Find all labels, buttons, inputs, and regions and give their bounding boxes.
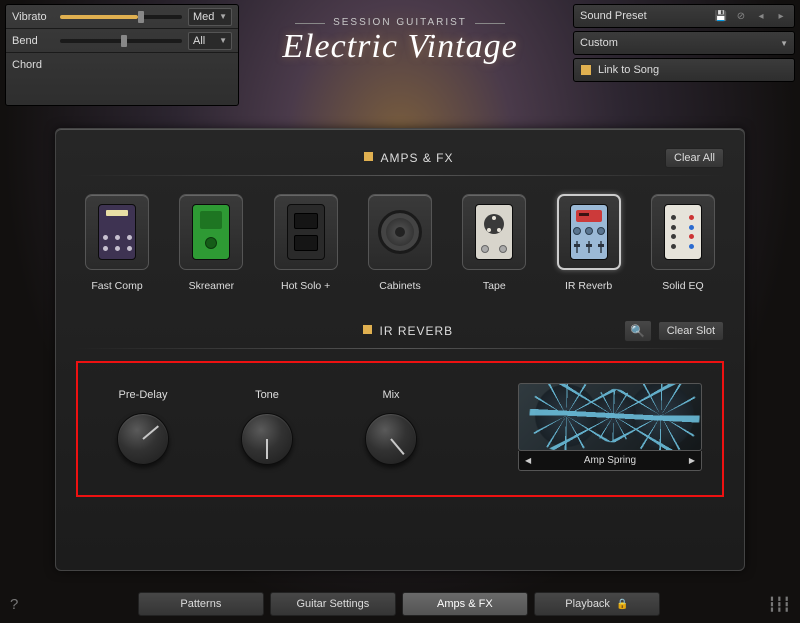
divider bbox=[76, 348, 724, 349]
fx-slot-tape[interactable]: Tape bbox=[453, 194, 535, 292]
ir-preview: ◀ Amp Spring ▶ bbox=[518, 383, 702, 471]
mix-knob[interactable]: .knob[style*="--r2"]::after{transform:tr… bbox=[365, 413, 417, 465]
link-to-song-checkbox[interactable] bbox=[580, 64, 592, 76]
lock-icon: 🔒 bbox=[616, 599, 628, 610]
tone-label: Tone bbox=[222, 389, 312, 401]
fx-label: Hot Solo + bbox=[265, 280, 347, 292]
fx-slot-skreamer[interactable]: Skreamer bbox=[170, 194, 252, 292]
bend-row: Bend All ▼ bbox=[6, 29, 238, 53]
save-icon[interactable]: 💾 bbox=[714, 9, 728, 23]
vibrato-slider[interactable] bbox=[60, 15, 182, 19]
fx-slot-hotsolo[interactable]: Hot Solo + bbox=[265, 194, 347, 292]
product-logo: SESSION GUITARIST Electric Vintage bbox=[280, 12, 520, 66]
ampsfx-title: AMPS & FX bbox=[152, 151, 665, 165]
link-to-song-row[interactable]: Link to Song bbox=[573, 58, 795, 82]
detail-header: IR REVERB 🔍 Clear Slot bbox=[76, 318, 724, 344]
section-indicator-icon bbox=[364, 152, 373, 161]
app-window: Vibrato Med ▼ Bend All ▼ bbox=[0, 0, 800, 623]
ir-preview-image[interactable] bbox=[518, 383, 702, 451]
chevron-down-icon: ▼ bbox=[219, 12, 227, 21]
mix-control: Mix .knob[style*="--r2"]::after{transfor… bbox=[346, 389, 436, 465]
bend-label: Bend bbox=[12, 35, 54, 47]
logo-subtitle: SESSION GUITARIST bbox=[325, 17, 475, 28]
fx-slot-irreverb[interactable]: IR Reverb bbox=[548, 194, 630, 292]
divider bbox=[76, 175, 724, 176]
ir-next-button[interactable]: ▶ bbox=[689, 456, 695, 465]
vibrato-label: Vibrato bbox=[12, 11, 54, 23]
chord-row[interactable]: Chord bbox=[6, 53, 238, 77]
tab-patterns[interactable]: Patterns bbox=[138, 592, 264, 616]
fx-label: Solid EQ bbox=[642, 280, 724, 292]
fx-label: Tape bbox=[453, 280, 535, 292]
detail-title: IR REVERB bbox=[192, 324, 624, 338]
predelay-knob[interactable]: .knob[style*="-130deg"]::after{transform… bbox=[117, 413, 169, 465]
vibrato-row: Vibrato Med ▼ bbox=[6, 5, 238, 29]
tone-knob[interactable]: .knob:not([style])::after, .knob[data-na… bbox=[241, 413, 293, 465]
mixer-icon[interactable]: ┇┇┇ bbox=[768, 596, 790, 613]
tab-amps-fx[interactable]: Amps & FX bbox=[402, 592, 528, 616]
bend-mode-value: All bbox=[193, 35, 205, 47]
link-to-song-label: Link to Song bbox=[598, 64, 659, 76]
chord-label: Chord bbox=[12, 59, 54, 71]
preset-header-row: Sound Preset 💾 ⊘ ◂ ▸ bbox=[573, 4, 795, 28]
preset-panel: Sound Preset 💾 ⊘ ◂ ▸ Custom ▼ Link to So… bbox=[573, 4, 795, 106]
fx-slot-row: Fast Comp Skreamer Hot Solo + Cabinets T… bbox=[76, 194, 724, 292]
preset-value: Custom bbox=[580, 37, 780, 49]
clear-slot-button[interactable]: Clear Slot bbox=[658, 321, 724, 341]
preset-select[interactable]: Custom ▼ bbox=[573, 31, 795, 55]
tone-control: Tone .knob:not([style])::after, .knob[da… bbox=[222, 389, 312, 465]
tab-playback[interactable]: Playback 🔒 bbox=[534, 592, 660, 616]
help-button[interactable]: ? bbox=[10, 596, 30, 613]
logo-title: Electric Vintage bbox=[280, 28, 520, 66]
next-preset-icon[interactable]: ▸ bbox=[774, 9, 788, 23]
fx-slot-fastcomp[interactable]: Fast Comp bbox=[76, 194, 158, 292]
section-indicator-icon bbox=[363, 325, 372, 334]
fx-label: Skreamer bbox=[170, 280, 252, 292]
mix-label: Mix bbox=[346, 389, 436, 401]
predelay-label: Pre-Delay bbox=[98, 389, 188, 401]
fx-slot-solideq[interactable]: Solid EQ bbox=[642, 194, 724, 292]
bend-slider[interactable] bbox=[60, 39, 182, 43]
ir-prev-button[interactable]: ◀ bbox=[525, 456, 531, 465]
ir-reverb-controls: Pre-Delay .knob[style*="-130deg"]::after… bbox=[76, 361, 724, 497]
ir-preset-name: Amp Spring bbox=[584, 455, 636, 466]
fx-label: Cabinets bbox=[359, 280, 441, 292]
fx-label: IR Reverb bbox=[548, 280, 630, 292]
chevron-down-icon: ▼ bbox=[780, 39, 788, 48]
search-icon: 🔍 bbox=[630, 324, 645, 338]
clear-all-button[interactable]: Clear All bbox=[665, 148, 724, 168]
fx-label: Fast Comp bbox=[76, 280, 158, 292]
ampsfx-header: AMPS & FX Clear All bbox=[76, 145, 724, 171]
tab-playback-label: Playback bbox=[565, 598, 610, 610]
view-tabs: Patterns Guitar Settings Amps & FX Playb… bbox=[30, 592, 768, 616]
magnify-button[interactable]: 🔍 bbox=[624, 320, 652, 342]
tab-guitar-settings[interactable]: Guitar Settings bbox=[270, 592, 396, 616]
vibrato-mode-value: Med bbox=[193, 11, 214, 23]
predelay-control: Pre-Delay .knob[style*="-130deg"]::after… bbox=[98, 389, 188, 465]
ir-preset-nav: ◀ Amp Spring ▶ bbox=[518, 451, 702, 471]
bend-mode-select[interactable]: All ▼ bbox=[188, 32, 232, 50]
sound-preset-label: Sound Preset bbox=[580, 10, 647, 22]
fx-slot-cabinets[interactable]: Cabinets bbox=[359, 194, 441, 292]
performance-panel: Vibrato Med ▼ Bend All ▼ bbox=[5, 4, 239, 106]
ampsfx-panel: AMPS & FX Clear All Fast Comp Skreamer H… bbox=[55, 128, 745, 571]
chevron-down-icon: ▼ bbox=[219, 36, 227, 45]
cancel-icon[interactable]: ⊘ bbox=[734, 9, 748, 23]
vibrato-mode-select[interactable]: Med ▼ bbox=[188, 8, 232, 26]
prev-preset-icon[interactable]: ◂ bbox=[754, 9, 768, 23]
bottom-bar: ? Patterns Guitar Settings Amps & FX Pla… bbox=[0, 585, 800, 623]
